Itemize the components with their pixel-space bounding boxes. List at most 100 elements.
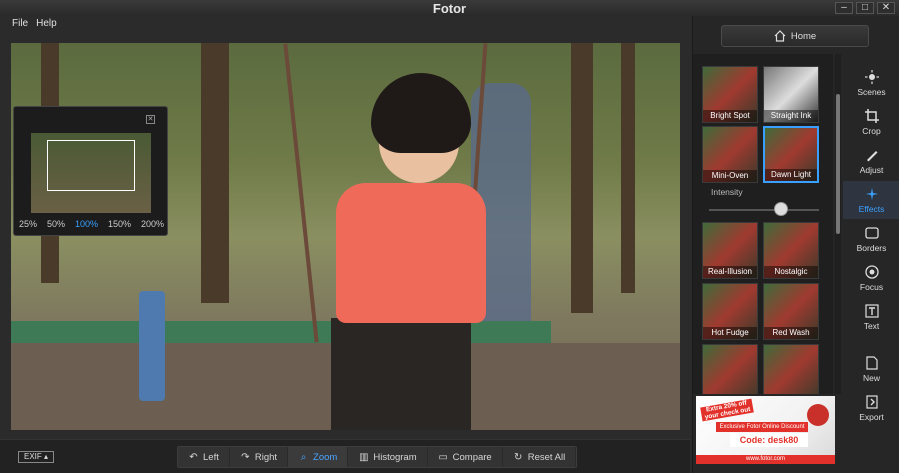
reset-icon: ↻ xyxy=(514,451,523,463)
promo-code-value: desk80 xyxy=(767,435,799,445)
nav-text[interactable]: Text xyxy=(843,298,899,336)
promo-discount: Exclusive Fotor Online Discount xyxy=(716,422,808,432)
nav-label: Effects xyxy=(858,203,885,214)
effect-label: Mini-Oven xyxy=(703,170,757,182)
effect-thumb[interactable]: Hot Fudge xyxy=(702,283,758,340)
menu-bar: File Help xyxy=(0,16,57,32)
effect-label: Dawn Light xyxy=(765,169,817,181)
effect-thumb[interactable]: Red Wash xyxy=(763,283,819,340)
effect-thumb[interactable]: Real-Illusion xyxy=(702,222,758,279)
effect-thumb[interactable] xyxy=(702,344,758,394)
tool-label: Zoom xyxy=(313,451,338,463)
promo-banner[interactable]: Extra 20% off your check out Exclusive F… xyxy=(696,396,835,464)
zoom-100[interactable]: 100% xyxy=(75,219,98,229)
zoom-150[interactable]: 150% xyxy=(108,219,131,229)
tool-label: Histogram xyxy=(373,451,417,463)
histogram-button[interactable]: ▥ Histogram xyxy=(348,447,428,467)
rotate-left-button[interactable]: ↶ Left xyxy=(178,447,230,467)
tree-trunk xyxy=(571,43,593,313)
effects-list: Bright Spot Straight Ink Mini-Oven Dawn … xyxy=(693,54,833,394)
tool-label: Left xyxy=(203,451,219,463)
zoom-levels: 25% 50% 100% 150% 200% xyxy=(14,219,169,229)
zoom-50[interactable]: 50% xyxy=(47,219,65,229)
nav-new[interactable]: New xyxy=(843,350,899,388)
menu-file[interactable]: File xyxy=(12,16,28,32)
restore-button[interactable]: □ xyxy=(856,2,874,14)
right-panel: Home Bright Spot Straight Ink Mini-Oven … xyxy=(692,16,899,473)
nav-label: Text xyxy=(863,320,880,331)
nav-effects[interactable]: Effects xyxy=(843,181,899,219)
nav-borders[interactable]: Borders xyxy=(843,220,899,258)
nav-crop[interactable]: Crop xyxy=(843,103,899,141)
nav-label: Adjust xyxy=(859,164,884,175)
zoom-button[interactable]: ⌕ Zoom xyxy=(288,447,349,467)
zoom-25[interactable]: 25% xyxy=(19,219,37,229)
rotate-left-icon: ↶ xyxy=(189,451,198,463)
focus-icon xyxy=(864,264,879,279)
close-icon[interactable]: ✕ xyxy=(146,115,155,124)
navigator-viewport[interactable] xyxy=(47,140,135,191)
scenes-icon xyxy=(864,69,879,84)
effect-thumb[interactable]: Mini-Oven xyxy=(702,126,758,183)
borders-icon xyxy=(864,226,879,239)
promo-code-label: Code: xyxy=(739,435,768,445)
tool-label: Right xyxy=(254,451,278,463)
home-button[interactable]: Home xyxy=(721,25,869,47)
effect-label: Bright Spot xyxy=(703,110,757,122)
intensity-slider[interactable] xyxy=(709,209,819,211)
home-icon xyxy=(774,30,786,42)
nav-scenes[interactable]: Scenes xyxy=(843,64,899,102)
new-icon xyxy=(865,355,878,370)
crop-icon xyxy=(864,108,879,123)
navigator-thumbnail[interactable] xyxy=(31,133,151,213)
nav-focus[interactable]: Focus xyxy=(843,259,899,297)
girl-shirt xyxy=(336,183,486,323)
zoom-200[interactable]: 200% xyxy=(141,219,164,229)
window-controls: – □ ✕ xyxy=(835,2,895,14)
menu-help[interactable]: Help xyxy=(36,16,57,32)
module-nav: Scenes Crop Adjust Effects Borders Focus… xyxy=(843,56,899,473)
tool-label: Compare xyxy=(452,451,492,463)
title-bar: Fotor – □ ✕ xyxy=(0,0,899,16)
swing-chain-left xyxy=(283,43,319,343)
girl-hair xyxy=(371,73,471,153)
effect-thumb-selected[interactable]: Dawn Light xyxy=(763,126,819,183)
intensity-label: Intensity xyxy=(711,187,743,197)
reset-all-button[interactable]: ↻ Reset All xyxy=(503,447,577,467)
minimize-button[interactable]: – xyxy=(835,2,853,14)
tool-label: Reset All xyxy=(527,451,566,463)
nav-adjust[interactable]: Adjust xyxy=(843,142,899,180)
ornament-graphic xyxy=(807,404,829,426)
tool-group: ↶ Left ↷ Right ⌕ Zoom ▥ Histogram ▭ Comp… xyxy=(177,446,578,468)
close-button[interactable]: ✕ xyxy=(877,2,895,14)
nav-export[interactable]: Export xyxy=(843,389,899,427)
intensity-slider-handle[interactable] xyxy=(774,202,788,216)
adjust-icon xyxy=(866,150,877,161)
compare-button[interactable]: ▭ Compare xyxy=(428,447,503,467)
effect-label: Hot Fudge xyxy=(703,327,757,339)
effect-label: Nostalgic xyxy=(764,266,818,278)
app-title: Fotor xyxy=(432,1,467,16)
navigator-panel: ✕ 25% 50% 100% 150% 200% xyxy=(13,106,168,236)
nav-label: Export xyxy=(859,411,884,422)
export-icon xyxy=(865,394,878,409)
tree-trunk xyxy=(201,43,229,303)
exif-button[interactable]: EXIF ▴ xyxy=(18,451,54,463)
histogram-icon: ▥ xyxy=(359,451,369,463)
effect-thumb[interactable]: Bright Spot xyxy=(702,66,758,123)
rotate-right-button[interactable]: ↷ Right xyxy=(230,447,289,467)
effect-thumb[interactable]: Straight Ink xyxy=(763,66,819,123)
girl-pants xyxy=(331,318,471,430)
photo-canvas[interactable] xyxy=(11,43,680,430)
effect-thumb[interactable] xyxy=(763,344,819,394)
home-label: Home xyxy=(790,30,817,42)
blue-post xyxy=(139,291,165,401)
effect-label: Real-Illusion xyxy=(703,266,757,278)
effects-scrollbar[interactable] xyxy=(835,54,841,394)
effect-thumb[interactable]: Nostalgic xyxy=(763,222,819,279)
effect-label: Red Wash xyxy=(764,327,818,339)
nav-label: Crop xyxy=(862,125,881,136)
nav-label: Scenes xyxy=(857,86,886,97)
scrollbar-thumb[interactable] xyxy=(836,94,840,234)
effects-icon xyxy=(865,187,878,200)
